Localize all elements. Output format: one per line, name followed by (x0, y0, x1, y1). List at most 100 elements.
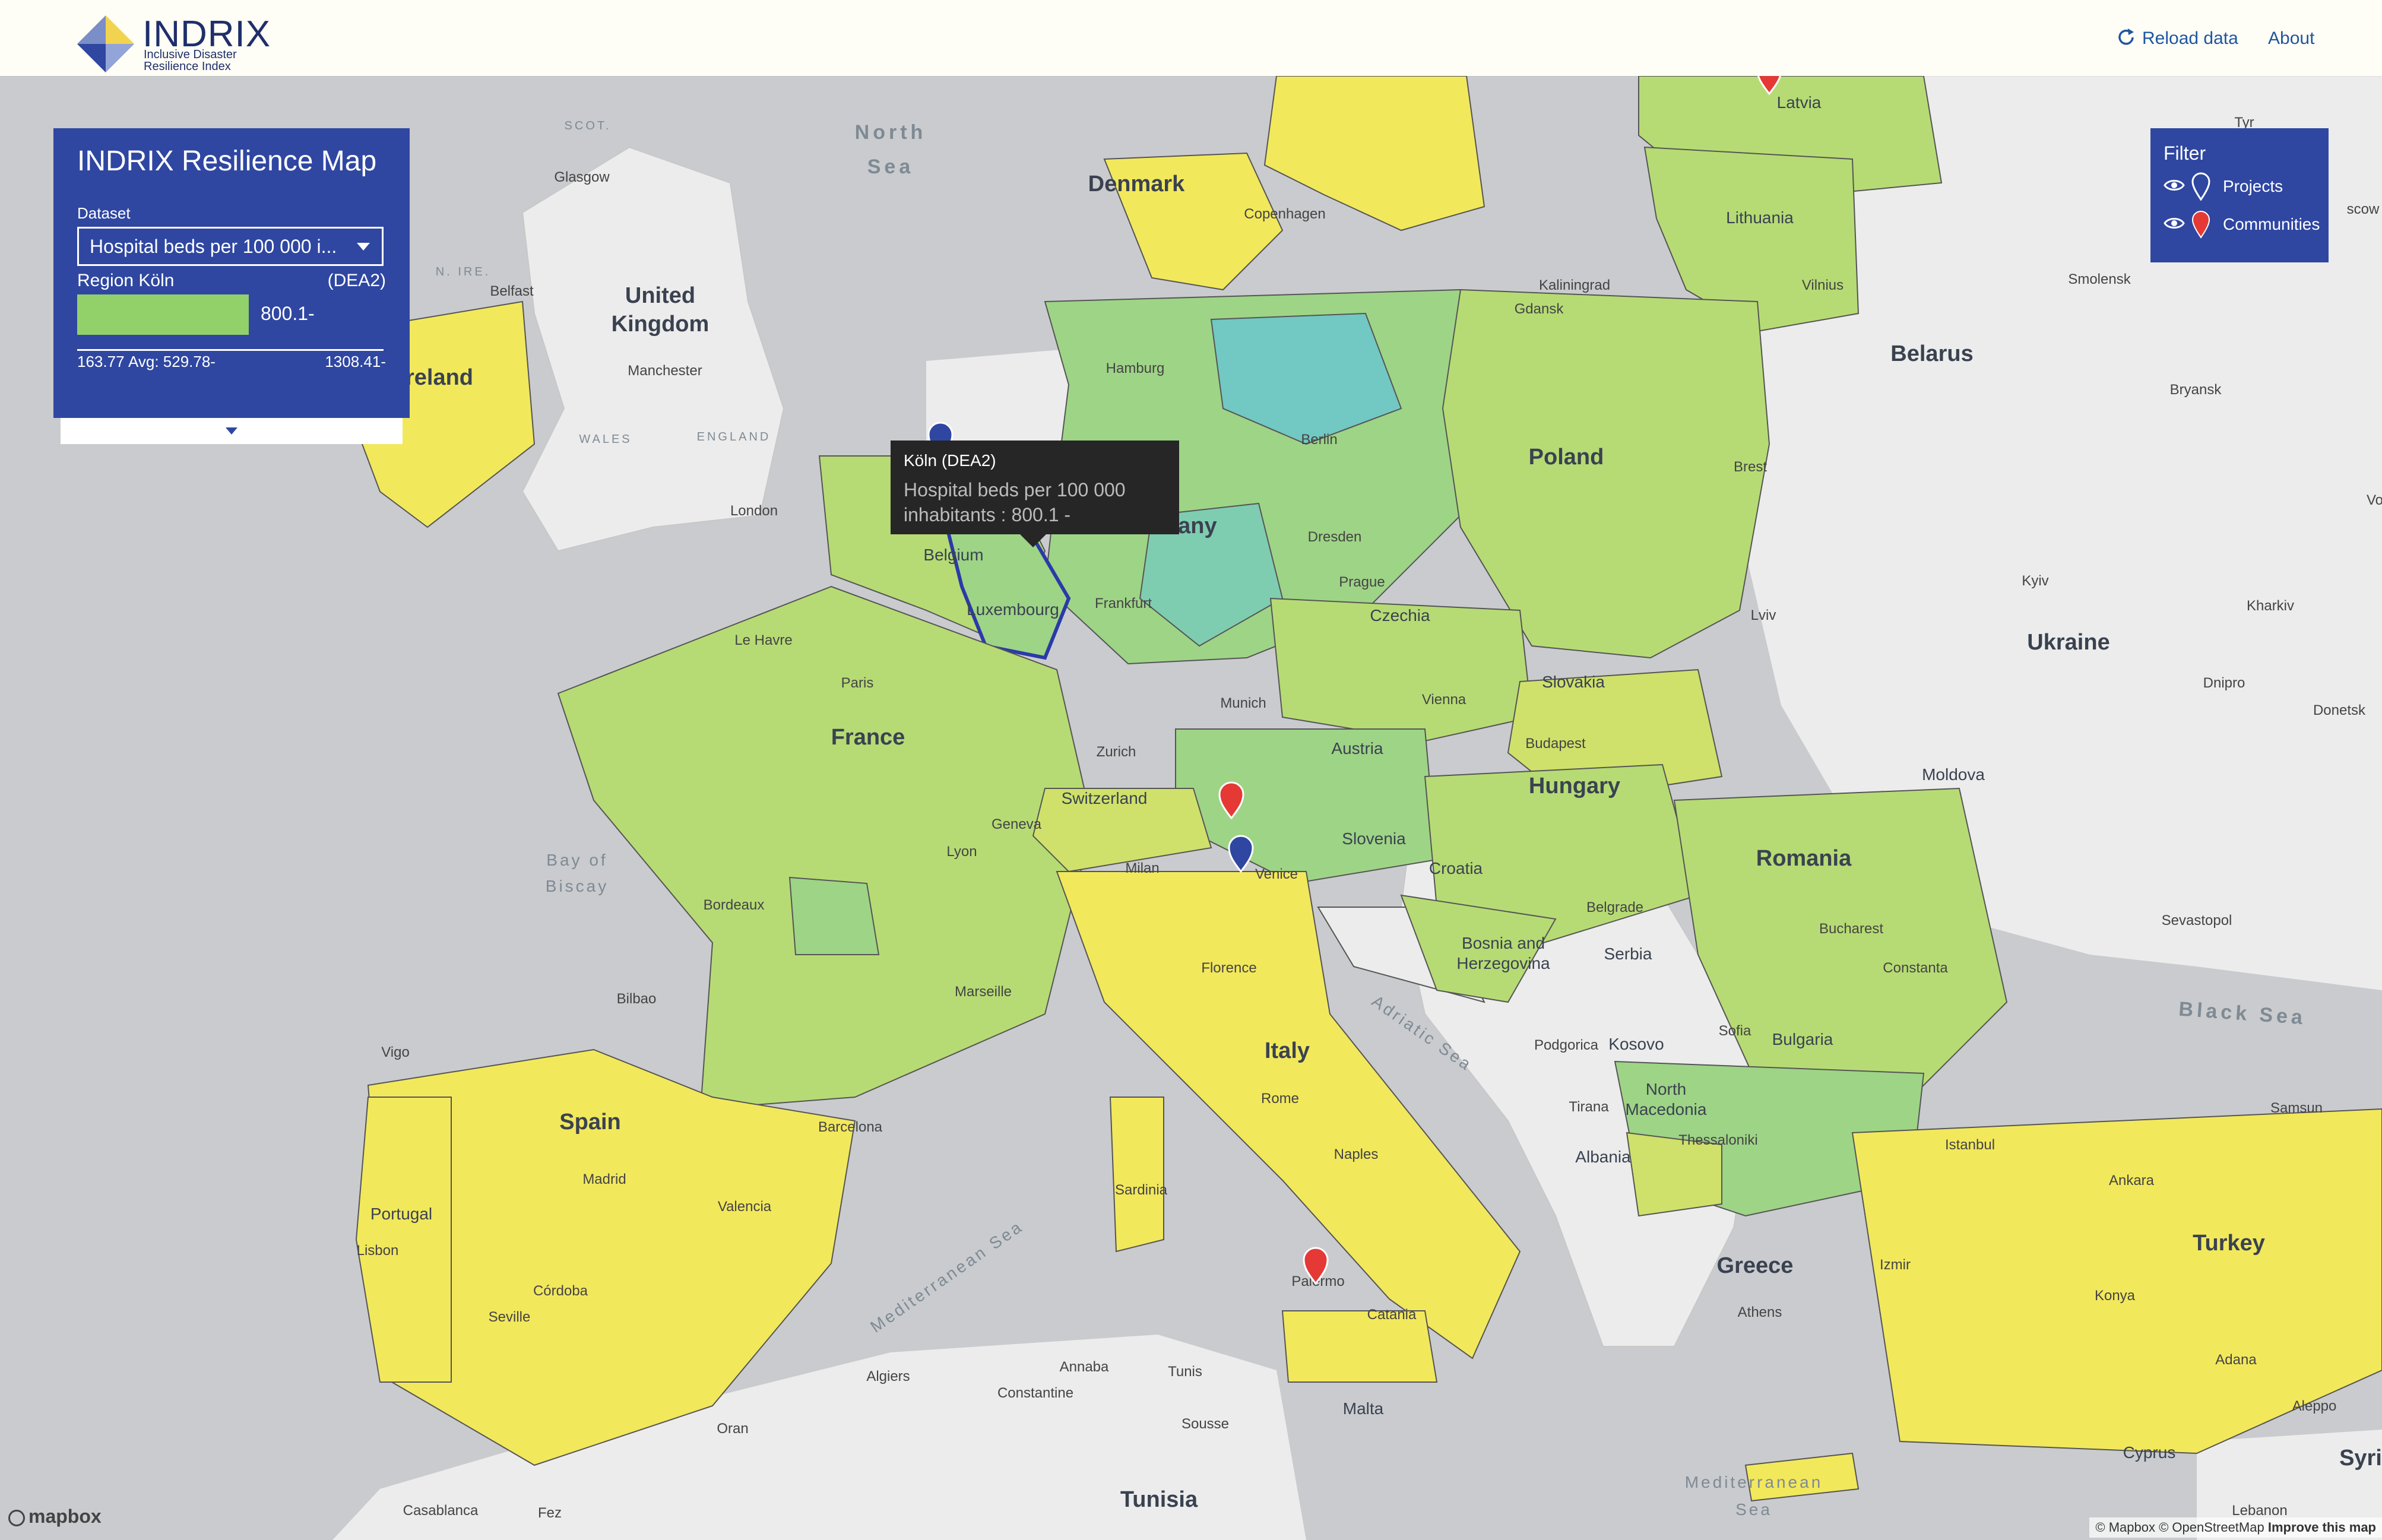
svg-text:Seville: Seville (489, 1309, 531, 1325)
filter-panel: Filter Projects Communities (2150, 128, 2329, 262)
svg-text:Serbia: Serbia (1604, 945, 1652, 963)
svg-text:Samsun: Samsun (2270, 1100, 2323, 1116)
svg-text:Geneva: Geneva (992, 816, 1042, 832)
svg-text:Hamburg: Hamburg (1106, 360, 1165, 376)
svg-text:Lebanon: Lebanon (2232, 1503, 2287, 1519)
svg-text:Istanbul: Istanbul (1945, 1137, 1995, 1153)
svg-text:Rome: Rome (1261, 1091, 1299, 1107)
mapbox-icon (8, 1510, 25, 1526)
svg-text:Belgium: Belgium (923, 546, 983, 564)
svg-text:Vilnius: Vilnius (1802, 277, 1843, 293)
reload-icon (2118, 28, 2134, 45)
svg-text:Vienna: Vienna (1422, 692, 1466, 708)
svg-text:Catania: Catania (1367, 1307, 1417, 1323)
region-tooltip: Köln (DEA2) Hospital beds per 100 000 inh… (891, 441, 1179, 547)
brand-tagline: Inclusive Disaster (144, 48, 237, 61)
caret-down-icon (357, 243, 370, 251)
map-attribution: © Mapbox © OpenStreetMap Improve this ma… (2089, 1517, 2382, 1538)
svg-text:WALES: WALES (579, 433, 632, 446)
svg-text:scow: scow (2347, 201, 2380, 217)
svg-text:Berlin: Berlin (1301, 432, 1337, 448)
svg-text:Latvia: Latvia (1777, 93, 1822, 112)
svg-text:Thessaloniki: Thessaloniki (1678, 1132, 1757, 1148)
brand-tagline: Resilience Index (144, 60, 231, 73)
region-sardinia[interactable] (1109, 1097, 1164, 1253)
svg-text:Luxembourg: Luxembourg (967, 600, 1059, 619)
filter-projects-toggle[interactable]: Projects (2164, 172, 2324, 203)
svg-text:Izmir: Izmir (1880, 1257, 1911, 1273)
svg-text:Romania: Romania (1756, 846, 1852, 871)
svg-text:Croatia: Croatia (1429, 859, 1483, 877)
svg-text:Córdoba: Córdoba (533, 1283, 588, 1299)
svg-text:Paris: Paris (841, 675, 874, 691)
svg-text:Constanta: Constanta (1883, 960, 1948, 976)
svg-text:Czechia: Czechia (1370, 606, 1430, 625)
svg-text:Mediterranean: Mediterranean (1685, 1473, 1823, 1491)
indrix-logo[interactable]: INDRIX Inclusive Disaster Resilience Ind… (76, 12, 270, 73)
svg-text:Gdansk: Gdansk (1515, 301, 1564, 317)
attribution-text[interactable]: © Mapbox © OpenStreetMap (2095, 1520, 2264, 1535)
svg-text:Bordeaux: Bordeaux (704, 897, 765, 913)
app-root: INDRIX Inclusive Disaster Resilience Ind… (0, 0, 2382, 1540)
svg-text:Copenhagen: Copenhagen (1244, 206, 1325, 222)
resilience-panel: INDRIX Resilience Map Dataset Hospital b… (53, 128, 410, 418)
svg-text:Sea: Sea (867, 156, 914, 178)
svg-text:Bosnia and: Bosnia and (1462, 934, 1545, 952)
svg-text:Bay of: Bay of (546, 851, 607, 869)
reload-data-button[interactable]: Reload data (2116, 27, 2238, 51)
svg-text:Ankara: Ankara (2109, 1173, 2155, 1189)
mapbox-logo-text: mapbox (28, 1506, 102, 1527)
dataset-select-value: Hospital beds per 100 000 i... (90, 236, 337, 257)
filter-communities-toggle[interactable]: Communities (2164, 210, 2324, 241)
svg-text:Athens: Athens (1738, 1304, 1782, 1320)
stat-min: 163.77 (77, 353, 125, 370)
tooltip-line: inhabitants : 800.1 - (904, 504, 1071, 525)
svg-text:Italy: Italy (1265, 1038, 1310, 1063)
svg-text:Herzegovina: Herzegovina (1456, 954, 1550, 972)
region-code: (DEA2) (327, 271, 386, 290)
svg-text:United: United (625, 283, 695, 308)
red-pin-icon (2191, 211, 2210, 239)
outline-pin-icon (2191, 172, 2210, 201)
svg-text:Tirana: Tirana (1569, 1099, 1609, 1115)
svg-text:Donetsk: Donetsk (2313, 702, 2366, 718)
about-link[interactable]: About (2268, 28, 2314, 49)
svg-text:Cyprus: Cyprus (2123, 1443, 2176, 1462)
svg-text:Belarus: Belarus (1890, 341, 1973, 366)
svg-text:Bilbao: Bilbao (617, 991, 657, 1007)
mapbox-logo[interactable]: mapbox (8, 1506, 102, 1528)
svg-text:Frankfurt: Frankfurt (1095, 595, 1152, 611)
svg-text:Ukraine: Ukraine (2027, 630, 2109, 655)
svg-text:Spain: Spain (559, 1110, 620, 1135)
svg-text:Switzerland: Switzerland (1062, 789, 1148, 807)
svg-text:Albania: Albania (1575, 1148, 1631, 1166)
dataset-select[interactable]: Hospital beds per 100 000 i... (77, 227, 384, 266)
svg-text:Austria: Austria (1331, 739, 1383, 758)
svg-text:Poland: Poland (1529, 445, 1604, 470)
svg-text:Aleppo: Aleppo (2292, 1398, 2337, 1414)
svg-text:France: France (831, 725, 905, 750)
svg-text:Konya: Konya (2095, 1288, 2136, 1304)
panel-title: INDRIX Resilience Map (77, 145, 377, 177)
svg-text:reland: reland (406, 365, 473, 390)
eye-icon (2164, 180, 2185, 191)
panel-collapse-toggle[interactable] (61, 418, 403, 444)
svg-text:Lithuania: Lithuania (1726, 208, 1794, 227)
svg-text:Prague: Prague (1339, 574, 1385, 590)
svg-text:Syri: Syri (2339, 1446, 2382, 1471)
improve-map-link[interactable]: Improve this map (2268, 1520, 2376, 1535)
svg-text:Milan: Milan (1125, 860, 1159, 876)
region-france-centre[interactable] (788, 876, 880, 955)
svg-text:Dresden: Dresden (1308, 529, 1362, 545)
svg-text:Macedonia: Macedonia (1626, 1100, 1707, 1118)
svg-text:Belgrade: Belgrade (1586, 899, 1643, 915)
svg-text:Tunisia: Tunisia (1120, 1487, 1198, 1512)
svg-text:Lisbon: Lisbon (357, 1243, 399, 1259)
svg-text:Kyiv: Kyiv (2022, 573, 2048, 589)
svg-text:Dnipro: Dnipro (2203, 675, 2245, 691)
svg-text:Tunis: Tunis (1168, 1364, 1202, 1380)
svg-text:Glasgow: Glasgow (554, 169, 610, 185)
svg-text:Budapest: Budapest (1525, 736, 1586, 752)
svg-text:Zurich: Zurich (1097, 744, 1136, 760)
svg-text:Vo: Vo (2367, 492, 2382, 508)
